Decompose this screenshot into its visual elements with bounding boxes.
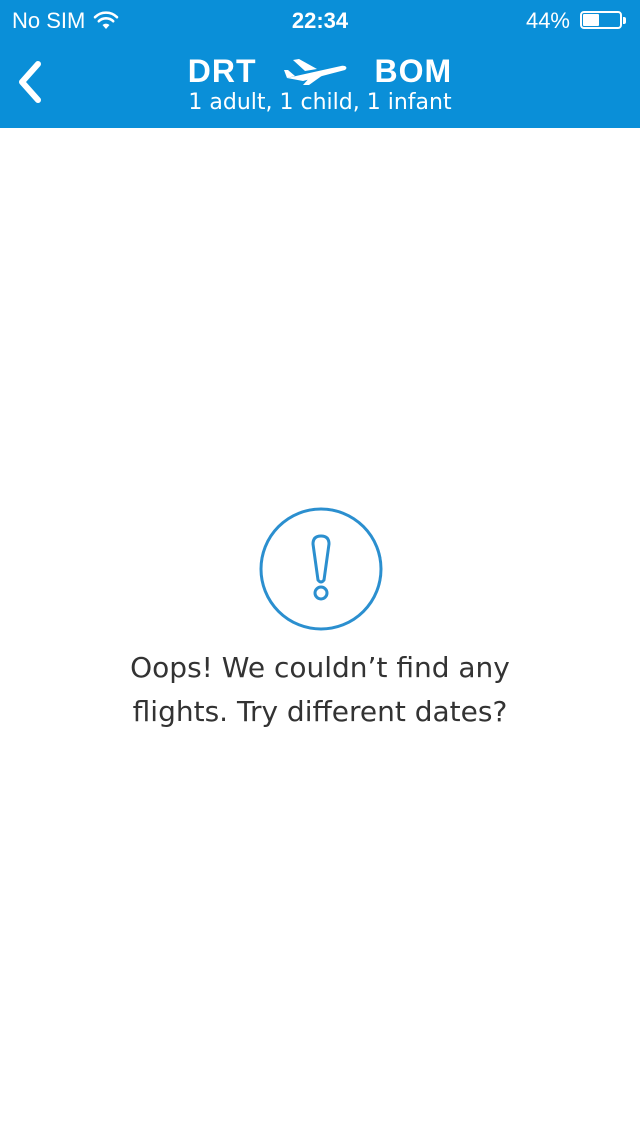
- destination-code: BOM: [374, 52, 453, 89]
- battery-percent: 44%: [525, 8, 570, 33]
- battery-icon: [580, 11, 628, 31]
- route-row: DRT BOM: [0, 50, 640, 92]
- results-area: Oops! We couldn’t find any flights. Try …: [0, 128, 640, 1136]
- battery-fill: [583, 14, 599, 26]
- exclamation-circle-icon: [258, 506, 384, 632]
- status-bar: No SIM 22:34 44%: [0, 0, 640, 40]
- battery-tip: [623, 17, 626, 24]
- message-line-2: flights. Try different dates?: [132, 695, 508, 728]
- empty-state-message: Oops! We couldn’t find any flights. Try …: [60, 646, 580, 734]
- passenger-summary: 1 adult, 1 child, 1 infant: [188, 90, 452, 115]
- app-header: No SIM 22:34 44% DRT BOM 1 adult, 1 chil…: [0, 0, 640, 128]
- status-right: 44%: [526, 8, 628, 34]
- origin-code: DRT: [187, 52, 257, 89]
- airplane-icon: [283, 56, 349, 86]
- message-line-1: Oops! We couldn’t find any: [130, 651, 510, 684]
